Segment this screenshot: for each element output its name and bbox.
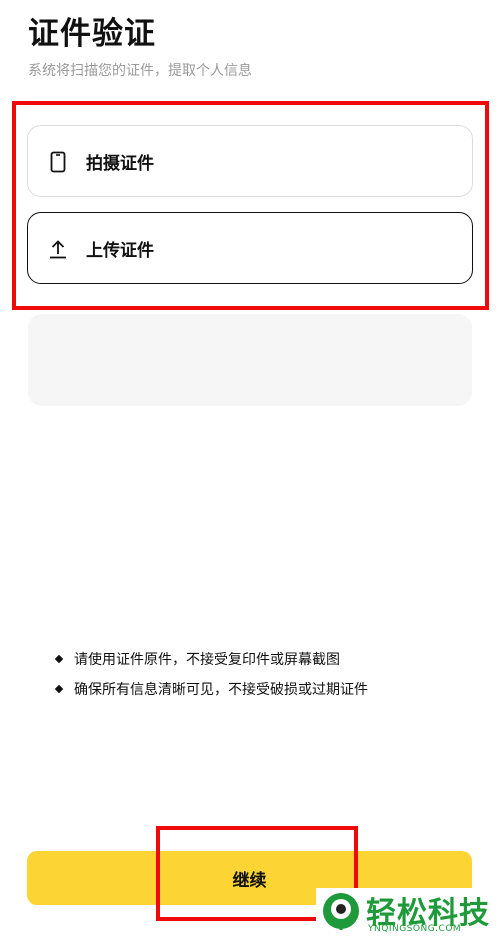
bullet-icon	[54, 684, 64, 694]
note-text: 请使用证件原件，不接受复印件或屏幕截图	[74, 652, 340, 668]
note-item: 确保所有信息清晰可见，不接受破损或过期证件	[54, 679, 368, 699]
watermark-subtext: YNQINGSONG.COM	[368, 924, 462, 934]
note-item: 请使用证件原件，不接受复印件或屏幕截图	[54, 649, 340, 669]
watermark: 轻松科技 YNQINGSONG.COM	[316, 888, 500, 936]
watermark-logo-icon	[323, 893, 359, 930]
bullet-icon	[54, 654, 64, 664]
note-text: 确保所有信息清晰可见，不接受破损或过期证件	[74, 682, 368, 698]
page-title: 证件验证	[28, 16, 156, 52]
notes-panel: 请使用证件原件，不接受复印件或屏幕截图 确保所有信息清晰可见，不接受破损或过期证…	[28, 314, 472, 698]
page-subtitle: 系统将扫描您的证件，提取个人信息	[28, 63, 252, 79]
annotation-highlight-options	[12, 101, 489, 310]
